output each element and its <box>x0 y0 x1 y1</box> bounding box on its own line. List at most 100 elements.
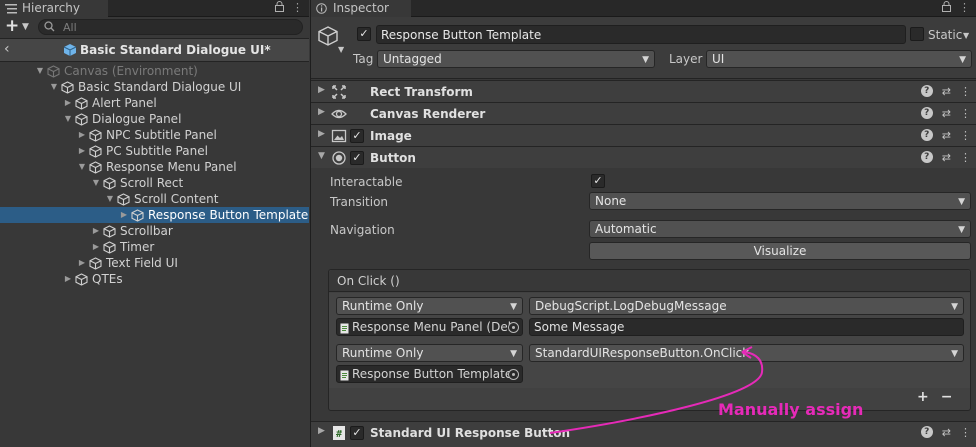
event-runtime-dropdown[interactable]: Runtime Only ▼ <box>336 344 523 362</box>
chevron-right-icon[interactable]: ▶ <box>77 143 87 159</box>
chevron-right-icon[interactable]: ▶ <box>63 95 73 111</box>
component-enabled-checkbox[interactable]: ✓ <box>350 151 364 165</box>
event-target-object-field[interactable]: Response Menu Panel (Deb <box>336 318 523 336</box>
chevron-down-icon[interactable]: ▼ <box>22 22 29 32</box>
chevron-right-icon[interactable]: ▶ <box>318 129 325 139</box>
object-picker-icon[interactable] <box>508 369 519 380</box>
tab-hierarchy[interactable]: Hierarchy <box>0 0 108 17</box>
hierarchy-item[interactable]: ▼ Canvas (Environment) <box>0 63 309 79</box>
gameobject-cube-icon[interactable] <box>317 25 339 50</box>
hierarchy-item[interactable]: ▶ QTEs <box>0 271 309 287</box>
chevron-down-icon[interactable]: ▼ <box>105 191 115 207</box>
event-function-dropdown[interactable]: StandardUIResponseButton.OnClick ▼ <box>529 344 964 362</box>
chevron-right-icon[interactable]: ▶ <box>318 107 325 117</box>
hierarchy-item[interactable]: ▼ Response Menu Panel <box>0 159 309 175</box>
hierarchy-search-input[interactable] <box>63 20 293 34</box>
chevron-right-icon[interactable]: ▶ <box>63 271 73 287</box>
more-options-icon[interactable]: ⋮ <box>960 129 971 142</box>
object-name-field[interactable] <box>376 25 906 44</box>
chevron-down-icon[interactable]: ▼ <box>63 111 73 127</box>
chevron-right-icon[interactable]: ▶ <box>119 207 129 223</box>
scene-header[interactable]: ‹ Basic Standard Dialogue UI* <box>0 38 309 62</box>
help-icon[interactable]: ? <box>920 151 933 163</box>
presets-icon[interactable]: ⇄ <box>942 426 951 439</box>
hierarchy-item[interactable]: ▶ Alert Panel <box>0 95 309 111</box>
more-options-icon[interactable]: ⋮ <box>960 85 971 98</box>
presets-icon[interactable]: ⇄ <box>942 85 951 98</box>
gameobject-cube-icon <box>89 129 102 142</box>
hierarchy-item[interactable]: ▶ Response Button Template <box>0 207 309 223</box>
hierarchy-item[interactable]: ▶ NPC Subtitle Panel <box>0 127 309 143</box>
component-standard-ui-response-button[interactable]: ▶ # ✓ Standard UI Response Button ? ⇄ ⋮ <box>311 421 976 447</box>
chevron-down-icon[interactable]: ▼ <box>35 63 45 79</box>
help-icon[interactable]: ? <box>920 129 933 141</box>
more-options-icon[interactable]: ⋮ <box>959 1 970 15</box>
object-picker-icon[interactable] <box>508 322 519 333</box>
hierarchy-item[interactable]: ▶ Text Field UI <box>0 255 309 271</box>
navigation-dropdown[interactable]: Automatic ▼ <box>589 220 971 238</box>
create-button[interactable]: + <box>5 18 19 35</box>
more-options-icon[interactable]: ⋮ <box>960 107 971 120</box>
chevron-down-icon[interactable]: ▼ <box>963 31 969 40</box>
more-options-icon[interactable]: ⋮ <box>960 151 971 164</box>
remove-event-button[interactable]: − <box>941 389 953 405</box>
lock-icon[interactable] <box>942 1 951 15</box>
help-icon[interactable]: ? <box>920 85 933 97</box>
help-icon[interactable]: ? <box>920 426 933 438</box>
component-header-icons: ? ⇄ ⋮ <box>920 107 971 120</box>
transition-label: Transition <box>330 195 389 209</box>
hierarchy-search[interactable] <box>38 19 303 35</box>
more-options-icon[interactable]: ⋮ <box>960 426 971 439</box>
transition-dropdown[interactable]: None ▼ <box>589 192 971 210</box>
chevron-down-icon[interactable]: ▼ <box>318 151 325 161</box>
event-runtime-dropdown[interactable]: Runtime Only ▼ <box>336 297 523 315</box>
hierarchy-item[interactable]: ▶ Timer <box>0 239 309 255</box>
chevron-right-icon[interactable]: ▶ <box>318 426 325 436</box>
chevron-down-icon[interactable]: ▼ <box>338 45 344 54</box>
back-arrow-icon[interactable]: ‹ <box>4 41 10 57</box>
presets-icon[interactable]: ⇄ <box>942 107 951 120</box>
chevron-right-icon[interactable]: ▶ <box>91 239 101 255</box>
hierarchy-item-label: PC Subtitle Panel <box>106 144 208 158</box>
hierarchy-item[interactable]: ▼ Basic Standard Dialogue UI <box>0 79 309 95</box>
component-button[interactable]: ▼ ✓ Button ? ⇄ ⋮ <box>311 146 976 168</box>
chevron-right-icon[interactable]: ▶ <box>91 223 101 239</box>
layer-dropdown[interactable]: UI ▼ <box>706 50 972 68</box>
chevron-down-icon: ▼ <box>510 302 517 312</box>
event-function-dropdown[interactable]: DebugScript.LogDebugMessage ▼ <box>529 297 964 315</box>
tab-inspector[interactable]: Inspector <box>311 0 411 17</box>
hierarchy-item[interactable]: ▶ Scrollbar <box>0 223 309 239</box>
hierarchy-toolbar: + ▼ <box>0 17 309 37</box>
component-image[interactable]: ▶ ✓ Image ? ⇄ ⋮ <box>311 124 976 146</box>
chevron-down-icon[interactable]: ▼ <box>91 175 101 191</box>
tag-dropdown[interactable]: Untagged ▼ <box>377 50 655 68</box>
component-rect-transform[interactable]: ▶ Rect Transform ? ⇄ ⋮ <box>311 80 976 102</box>
component-enabled-checkbox[interactable]: ✓ <box>350 426 364 440</box>
presets-icon[interactable]: ⇄ <box>942 129 951 142</box>
static-checkbox[interactable] <box>910 27 924 41</box>
interactable-checkbox[interactable]: ✓ <box>591 174 605 188</box>
hierarchy-item[interactable]: ▼ Dialogue Panel <box>0 111 309 127</box>
help-icon[interactable]: ? <box>920 107 933 119</box>
chevron-right-icon[interactable]: ▶ <box>77 255 87 271</box>
hierarchy-item[interactable]: ▼ Scroll Content <box>0 191 309 207</box>
chevron-right-icon[interactable]: ▶ <box>77 127 87 143</box>
visualize-button[interactable]: Visualize <box>589 242 971 260</box>
active-checkbox[interactable]: ✓ <box>357 27 371 41</box>
hierarchy-item[interactable]: ▼ Scroll Rect <box>0 175 309 191</box>
tag-label: Tag <box>353 52 374 66</box>
component-canvas-renderer[interactable]: ▶ Canvas Renderer ? ⇄ ⋮ <box>311 102 976 124</box>
hierarchy-item[interactable]: ▶ PC Subtitle Panel <box>0 143 309 159</box>
chevron-right-icon[interactable]: ▶ <box>318 85 325 95</box>
tab-inspector-label: Inspector <box>333 1 389 15</box>
onclick-header: On Click () <box>329 270 970 292</box>
chevron-down-icon[interactable]: ▼ <box>49 79 59 95</box>
event-argument-field[interactable]: Some Message <box>529 318 964 336</box>
presets-icon[interactable]: ⇄ <box>942 151 951 164</box>
add-event-button[interactable]: + <box>917 389 929 405</box>
more-options-icon[interactable]: ⋮ <box>292 1 303 15</box>
component-enabled-checkbox[interactable]: ✓ <box>350 129 364 143</box>
chevron-down-icon[interactable]: ▼ <box>77 159 87 175</box>
event-target-object-field[interactable]: Response Button Template <box>336 365 523 383</box>
lock-icon[interactable] <box>275 1 284 15</box>
